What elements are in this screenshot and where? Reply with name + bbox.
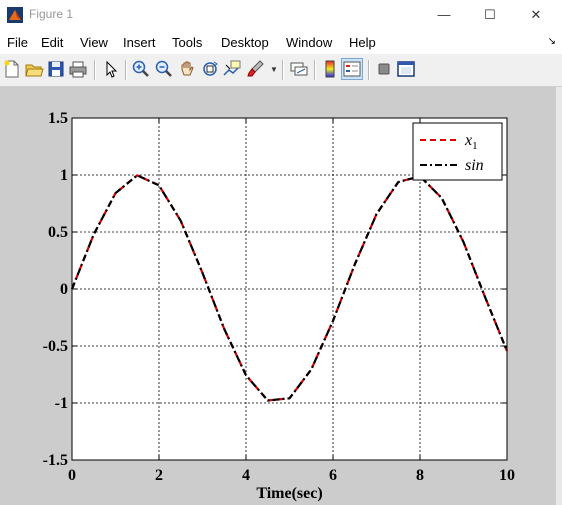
menu-tools[interactable]: Tools: [172, 35, 202, 50]
maximize-button[interactable]: ☐: [467, 0, 513, 30]
y-tick-label: -0.5: [43, 338, 68, 355]
maximize-icon: ☐: [484, 7, 496, 22]
y-tick-label: 0: [60, 281, 68, 298]
print-icon[interactable]: [68, 59, 88, 79]
x-tick-label: 2: [155, 467, 163, 484]
menu-bar: File Edit View Insert Tools Desktop Wind…: [0, 30, 562, 54]
menu-edit[interactable]: Edit: [41, 35, 63, 50]
pointer-icon[interactable]: [101, 59, 121, 79]
data-cursor-icon[interactable]: [222, 59, 242, 79]
zoom-out-icon[interactable]: [154, 59, 174, 79]
y-tick-label: -1.5: [43, 452, 68, 469]
brush-icon[interactable]: [246, 59, 266, 79]
open-file-icon[interactable]: [24, 59, 44, 79]
close-icon: ✕: [530, 7, 542, 22]
new-figure-icon[interactable]: [2, 59, 22, 79]
y-tick-label: 1: [60, 167, 68, 184]
menu-insert[interactable]: Insert: [123, 35, 156, 50]
save-icon[interactable]: [46, 59, 66, 79]
menu-help[interactable]: Help: [349, 35, 376, 50]
hide-plot-tools-icon[interactable]: [374, 59, 394, 79]
show-plot-tools-icon[interactable]: [396, 59, 416, 79]
x-axis-label: Time(sec): [256, 485, 322, 502]
close-button[interactable]: ✕: [513, 0, 559, 30]
pan-icon[interactable]: [177, 59, 197, 79]
x-tick-label: 4: [242, 467, 250, 484]
scrollbar[interactable]: [556, 87, 562, 505]
x-tick-label: 6: [329, 467, 337, 484]
legend-subscript: 1: [472, 140, 478, 152]
menu-file[interactable]: File: [7, 35, 28, 50]
toolbar-separator: [314, 60, 316, 80]
y-tick-label: -1: [55, 395, 68, 412]
matlab-logo-icon: [7, 7, 23, 23]
link-plot-icon[interactable]: [289, 59, 309, 79]
y-tick-label: 0.5: [48, 224, 68, 241]
rotate-3d-icon[interactable]: [200, 59, 220, 79]
legend-label: sin: [465, 157, 484, 174]
dock-arrow-icon[interactable]: ↘: [548, 36, 556, 47]
legend-icon[interactable]: [341, 58, 363, 80]
toolbar-separator: [282, 60, 284, 80]
x-tick-label: 0: [68, 467, 76, 484]
menu-view[interactable]: View: [80, 35, 108, 50]
y-tick-label: 1.5: [48, 110, 68, 127]
legend-box[interactable]: [412, 122, 503, 181]
toolbar-separator: [368, 60, 370, 80]
line-chart[interactable]: 0 2 4 6 8 10-1.5-1-0.500.511.5Time(sec)x1sin: [0, 87, 556, 505]
brush-dropdown-icon[interactable]: ▼: [270, 65, 278, 74]
minimize-button[interactable]: —: [421, 0, 467, 30]
colorbar-icon[interactable]: [320, 59, 340, 79]
x-tick-label: 8: [416, 467, 424, 484]
figure-canvas: 0 2 4 6 8 10 -1.5 -1 -0.5 0 0.5 1 1.5 Time(sec) x1 sin: [0, 87, 562, 505]
title-bar: Figure 1 — ☐ ✕: [0, 0, 562, 30]
toolbar-separator: [125, 60, 127, 80]
zoom-in-icon[interactable]: [131, 59, 151, 79]
x-tick-label: 10: [499, 467, 515, 484]
menu-desktop[interactable]: Desktop: [221, 35, 269, 50]
toolbar-separator: [94, 60, 96, 80]
minimize-icon: —: [437, 7, 451, 22]
toolbar: ▼: [0, 54, 562, 87]
menu-window[interactable]: Window: [286, 35, 332, 50]
window-title: Figure 1: [29, 7, 74, 21]
